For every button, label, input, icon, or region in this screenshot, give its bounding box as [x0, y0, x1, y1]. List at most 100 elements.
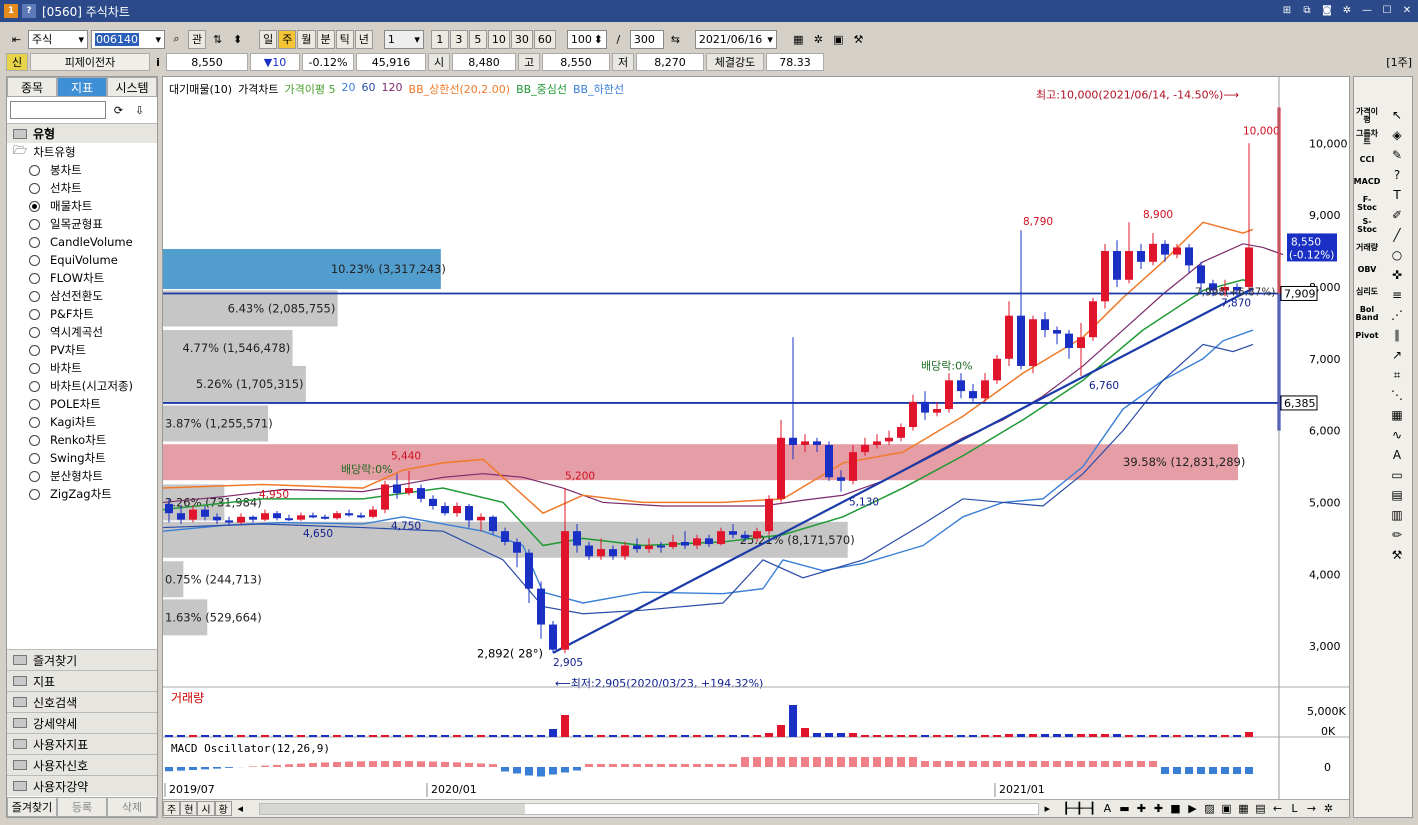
- candle[interactable]: [429, 498, 437, 507]
- candle[interactable]: [261, 513, 269, 520]
- candle[interactable]: [501, 531, 509, 542]
- radio-icon[interactable]: [29, 362, 40, 374]
- auto-icon[interactable]: A: [1384, 445, 1410, 465]
- chart-type-item[interactable]: FLOW차트: [7, 269, 157, 287]
- candle[interactable]: [321, 516, 329, 519]
- candle[interactable]: [801, 441, 809, 445]
- candle[interactable]: [405, 488, 413, 494]
- code-input[interactable]: 006140 ▾: [91, 29, 165, 49]
- candle[interactable]: [345, 513, 353, 516]
- chart-type-item[interactable]: CandleVolume: [7, 233, 157, 251]
- candle[interactable]: [705, 538, 713, 545]
- candle[interactable]: [1161, 243, 1169, 255]
- save-icon[interactable]: ▣: [830, 30, 847, 49]
- candle[interactable]: [357, 515, 365, 518]
- circle-icon[interactable]: ○: [1384, 245, 1410, 265]
- crosshair-icon[interactable]: ✜: [1384, 265, 1410, 285]
- candle[interactable]: [477, 516, 485, 521]
- candle[interactable]: [1005, 315, 1013, 359]
- interval-button-30[interactable]: 30: [510, 29, 533, 49]
- candle[interactable]: [957, 380, 965, 392]
- interval-button-60[interactable]: 60: [533, 29, 556, 49]
- transfer-icon[interactable]: ⇆: [667, 30, 684, 49]
- period-button-4[interactable]: 틱: [335, 29, 354, 49]
- period-button-5[interactable]: 년: [354, 29, 373, 49]
- chart-type-item[interactable]: 일목균형표: [7, 215, 157, 233]
- right-indicator-5[interactable]: S-Stoc: [1354, 215, 1380, 237]
- folder-item[interactable]: 사용자신호: [7, 754, 157, 775]
- radio-icon[interactable]: [29, 470, 40, 482]
- left-tab-2[interactable]: 시스템: [107, 77, 157, 97]
- candle[interactable]: [453, 506, 461, 514]
- arrow-left-icon[interactable]: ←: [1269, 799, 1286, 817]
- chart-type-item[interactable]: 역시계곡선: [7, 323, 157, 341]
- zoom-slider-icon[interactable]: ┠─╂─┨: [1060, 799, 1099, 817]
- radio-icon[interactable]: [29, 182, 40, 194]
- zoom-stepper[interactable]: 100 ⬍: [566, 29, 607, 49]
- right-indicator-7[interactable]: OBV: [1354, 259, 1380, 281]
- candle[interactable]: [1101, 251, 1109, 302]
- maximize-icon[interactable]: ☐: [1380, 3, 1394, 17]
- chart-type-item[interactable]: Kagi차트: [7, 413, 157, 431]
- legend-ma5[interactable]: 가격이평 5: [285, 81, 336, 97]
- candle[interactable]: [513, 541, 521, 553]
- candle[interactable]: [489, 516, 497, 532]
- zoom-in-icon[interactable]: ✚: [1133, 799, 1150, 817]
- candle[interactable]: [669, 541, 677, 547]
- layout-icon[interactable]: ⧉: [1300, 3, 1314, 17]
- gear-icon[interactable]: ✲: [1340, 3, 1354, 17]
- candle[interactable]: [309, 515, 317, 518]
- list-icon[interactable]: ▤: [1384, 485, 1410, 505]
- prev-icon[interactable]: ⇤: [8, 30, 25, 49]
- scroll-left-icon[interactable]: ◂: [232, 799, 249, 817]
- brush-icon[interactable]: ✐: [1384, 205, 1410, 225]
- candle[interactable]: [189, 509, 197, 520]
- window-icon[interactable]: ▭: [1384, 465, 1410, 485]
- image-icon[interactable]: ▤: [1252, 799, 1269, 817]
- arrow-right-icon[interactable]: →: [1303, 799, 1320, 817]
- scroll-right-icon[interactable]: ▸: [1039, 799, 1056, 817]
- candle[interactable]: [993, 358, 1001, 381]
- radio-icon[interactable]: [29, 380, 40, 392]
- candle[interactable]: [717, 531, 725, 545]
- radio-icon[interactable]: [29, 344, 40, 356]
- candle[interactable]: [849, 452, 857, 481]
- folder-item[interactable]: 사용자지표: [7, 733, 157, 754]
- chart-type-item[interactable]: 선차트: [7, 179, 157, 197]
- chart-type-item[interactable]: Swing차트: [7, 449, 157, 467]
- info-icon[interactable]: i: [152, 53, 164, 71]
- total-input[interactable]: 300: [629, 29, 664, 49]
- close-icon[interactable]: ✕: [1400, 3, 1414, 17]
- candle[interactable]: [1185, 247, 1193, 266]
- right-indicator-10[interactable]: Pivot: [1354, 325, 1380, 347]
- ray-icon[interactable]: ↗: [1384, 345, 1410, 365]
- right-indicator-4[interactable]: F-Stoc: [1354, 193, 1380, 215]
- candle[interactable]: [465, 506, 473, 521]
- indicator-search-input[interactable]: [10, 101, 106, 119]
- candle[interactable]: [369, 509, 377, 517]
- folder-item[interactable]: 신호검색: [7, 691, 157, 712]
- legend-bb-upper[interactable]: BB_상한선(20,2.00): [409, 81, 511, 97]
- candle[interactable]: [741, 534, 749, 539]
- chart-type-item[interactable]: 매물차트: [7, 197, 157, 215]
- legend-bb-lower[interactable]: BB_하한선: [573, 81, 624, 97]
- candle[interactable]: [1137, 251, 1145, 262]
- left-tab-0[interactable]: 종목: [7, 77, 57, 97]
- stop-icon[interactable]: ■: [1167, 799, 1184, 817]
- interval-button-3[interactable]: 3: [449, 29, 468, 49]
- candle[interactable]: [1089, 301, 1097, 338]
- tree-root[interactable]: 🗁 차트유형: [7, 143, 157, 161]
- left-bottom-tab-2[interactable]: 삭제: [107, 797, 157, 817]
- bottom-tab-3[interactable]: 황: [214, 801, 232, 816]
- candle[interactable]: [249, 516, 257, 520]
- right-indicator-9[interactable]: Bol Band: [1354, 303, 1380, 325]
- chart-area[interactable]: 10.23% (3,317,243) 6.43% (2,085,755) 4.77%…: [162, 76, 1350, 818]
- candle[interactable]: [597, 549, 605, 557]
- bottom-tab-2[interactable]: 시: [197, 801, 215, 816]
- candle[interactable]: [933, 409, 941, 413]
- save-icon[interactable]: ▣: [1218, 799, 1235, 817]
- refresh-icon[interactable]: ⟳: [110, 101, 127, 120]
- period-button-2[interactable]: 월: [297, 29, 316, 49]
- chart-type-item[interactable]: PV차트: [7, 341, 157, 359]
- right-indicator-1[interactable]: 그룹차트: [1354, 127, 1380, 149]
